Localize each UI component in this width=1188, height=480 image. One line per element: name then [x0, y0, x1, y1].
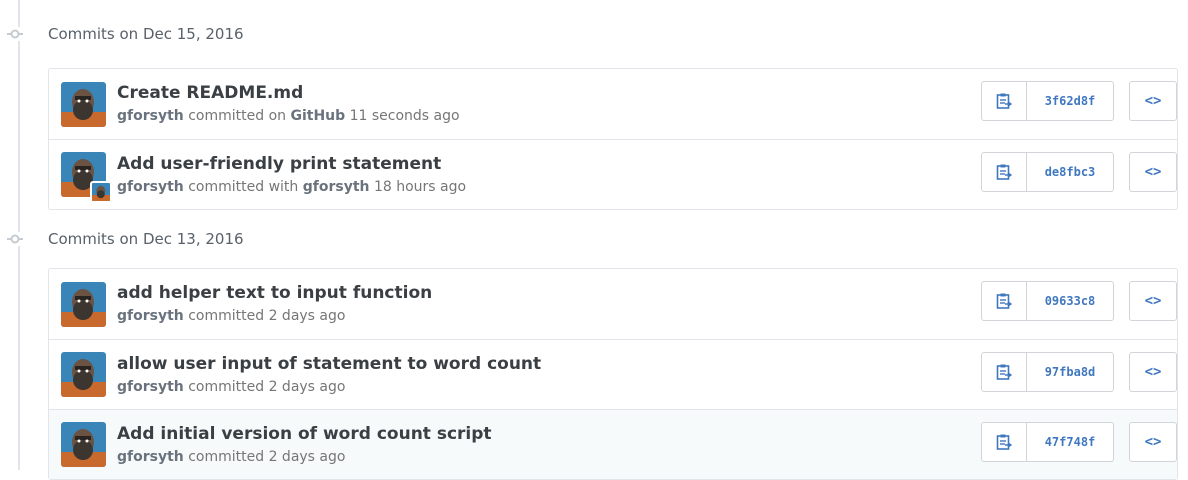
group-header: Commits on Dec 15, 2016: [6, 0, 1188, 68]
commit-sha-link[interactable]: 09633c8: [1027, 281, 1114, 321]
avatar[interactable]: [61, 422, 106, 467]
commit-time: 11 seconds ago: [349, 108, 460, 124]
avatar[interactable]: [61, 152, 112, 203]
commit-row: add helper text to input function gforsy…: [49, 269, 1177, 339]
commit-list: Create README.md gforsyth committed on G…: [48, 68, 1178, 210]
code-icon: <>: [1144, 434, 1162, 450]
browse-repo-button[interactable]: <>: [1129, 81, 1177, 121]
commit-sha-link[interactable]: 3f62d8f: [1027, 81, 1114, 121]
commit-verb: committed on: [188, 108, 287, 124]
commit-author[interactable]: gforsyth: [117, 449, 184, 465]
group-title: Commits on Dec 15, 2016: [48, 25, 244, 43]
commit-author[interactable]: gforsyth: [117, 108, 184, 124]
commit-row: Add user-friendly print statement gforsy…: [49, 139, 1177, 209]
copy-sha-button[interactable]: [981, 152, 1027, 192]
commit-row: Create README.md gforsyth committed on G…: [49, 69, 1177, 139]
git-commit-icon: [6, 27, 24, 41]
copy-sha-button[interactable]: [981, 352, 1027, 392]
copy-sha-button[interactable]: [981, 81, 1027, 121]
code-icon: <>: [1144, 364, 1162, 380]
commit-author[interactable]: gforsyth: [117, 379, 184, 395]
commit-sha-link[interactable]: 97fba8d: [1027, 352, 1114, 392]
clippy-icon: [996, 364, 1012, 380]
commit-author[interactable]: gforsyth: [117, 179, 184, 195]
commit-time: 2 days ago: [268, 448, 346, 465]
committer-avatar-image: [92, 183, 110, 201]
avatar[interactable]: [61, 281, 106, 327]
commit-row: Add initial version of word count script…: [49, 409, 1177, 479]
commit-time: 18 hours ago: [373, 178, 467, 195]
copy-sha-button[interactable]: [981, 281, 1027, 321]
group-title: Commits on Dec 13, 2016: [48, 230, 244, 248]
commit-sha-link[interactable]: 47f748f: [1027, 422, 1114, 462]
commit-verb: committed: [188, 378, 265, 395]
commit-sha-link[interactable]: de8fbc3: [1027, 152, 1114, 192]
commit-time: 2 days ago: [268, 308, 346, 324]
code-icon: <>: [1144, 164, 1162, 180]
clippy-icon: [996, 93, 1012, 109]
commit-verb: committed: [188, 448, 265, 465]
commit-time: 2 days ago: [268, 378, 346, 395]
git-commit-icon: [6, 232, 24, 246]
commit-author[interactable]: gforsyth: [117, 308, 184, 324]
clippy-icon: [996, 293, 1012, 309]
avatar-image: [61, 281, 106, 327]
commit-row: allow user input of statement to word co…: [49, 339, 1177, 409]
commit-group: Commits on Dec 15, 2016 Create README.md…: [0, 0, 1188, 210]
avatar[interactable]: [61, 352, 106, 397]
commit-verb: committed with: [188, 178, 299, 195]
committer-avatar[interactable]: [90, 181, 112, 203]
avatar[interactable]: [61, 81, 106, 127]
copy-sha-button[interactable]: [981, 422, 1027, 462]
clippy-icon: [996, 434, 1012, 450]
group-header: Commits on Dec 13, 2016: [6, 210, 1188, 268]
browse-repo-button[interactable]: <>: [1129, 152, 1177, 192]
commit-via[interactable]: gforsyth: [303, 179, 370, 195]
avatar-image: [61, 422, 106, 467]
clippy-icon: [996, 164, 1012, 180]
commit-group: Commits on Dec 13, 2016 add helper text …: [0, 210, 1188, 480]
browse-repo-button[interactable]: <>: [1129, 281, 1177, 321]
browse-repo-button[interactable]: <>: [1129, 352, 1177, 392]
commit-list: add helper text to input function gforsy…: [48, 268, 1178, 480]
browse-repo-button[interactable]: <>: [1129, 422, 1177, 462]
code-icon: <>: [1144, 293, 1162, 309]
avatar-image: [61, 352, 106, 397]
commit-via: GitHub: [290, 108, 346, 124]
code-icon: <>: [1144, 93, 1162, 109]
avatar-image: [61, 81, 106, 127]
commit-verb: committed: [188, 308, 265, 324]
